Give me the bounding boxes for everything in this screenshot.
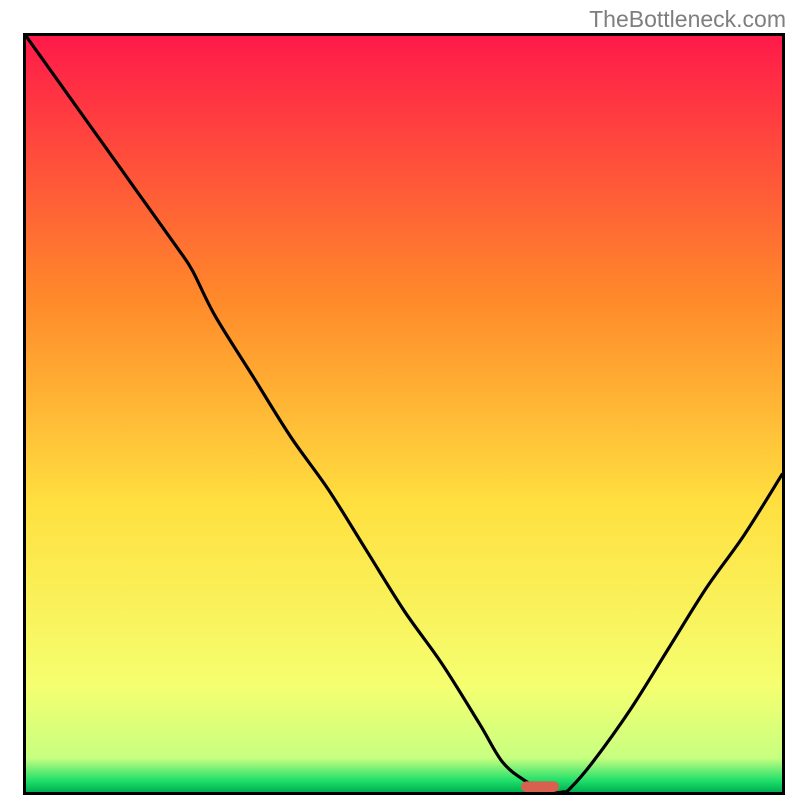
optimal-marker — [521, 781, 559, 792]
watermark-text: TheBottleneck.com — [589, 6, 786, 33]
bottleneck-curve-plot — [26, 36, 782, 792]
gradient-background — [26, 36, 782, 792]
